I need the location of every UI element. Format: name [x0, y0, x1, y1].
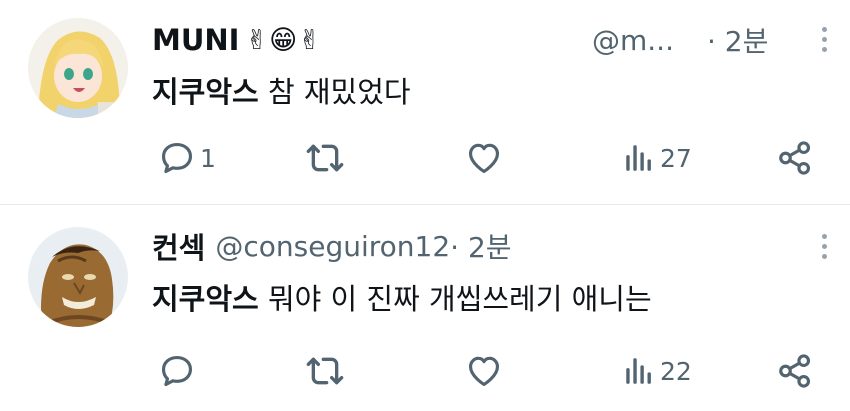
- user-handle[interactable]: @m...: [592, 20, 674, 60]
- view-count: 27: [660, 143, 692, 173]
- tweet[interactable]: 컨섹 @conseguiron12 · 2분 지쿠악스 뭐야 이 진짜 개씹쓰레…: [0, 205, 850, 411]
- share-nodes-icon: [779, 354, 811, 388]
- views-button[interactable]: 27: [622, 138, 692, 178]
- tweet[interactable]: MUNI ✌😁✌ @m... · 2분 지쿠악스 참 재밌었다 1 27: [0, 0, 850, 204]
- retweet-button[interactable]: [303, 138, 351, 178]
- retweet-arrows-icon: [306, 144, 344, 172]
- bar-chart-icon: [626, 358, 651, 384]
- view-count: 22: [660, 356, 692, 386]
- tweet-header: MUNI ✌😁✌: [152, 20, 322, 60]
- heart-icon: [468, 143, 500, 174]
- tweet-body: 뭐야 이 진짜 개씹쓰레기 애니는: [258, 282, 652, 316]
- timestamp[interactable]: · 2분: [450, 226, 511, 266]
- more-options-button[interactable]: [812, 20, 836, 60]
- tweet-text: 지쿠악스 참 재밌었다: [152, 69, 411, 111]
- speech-bubble-icon: [161, 355, 193, 387]
- like-button[interactable]: [465, 351, 507, 391]
- reply-button[interactable]: 1: [158, 138, 216, 178]
- vertical-ellipsis-icon: [822, 27, 827, 32]
- views-button[interactable]: 22: [622, 351, 692, 391]
- tweet-header: 컨섹 @conseguiron12 · 2분: [152, 226, 512, 266]
- like-button[interactable]: [465, 138, 507, 178]
- vertical-ellipsis-icon: [822, 234, 827, 239]
- tweet-body: 참 재밌었다: [258, 75, 411, 109]
- display-name[interactable]: 컨섹: [152, 225, 205, 267]
- user-handle[interactable]: @conseguiron12: [215, 230, 450, 263]
- speech-bubble-icon: [161, 142, 193, 174]
- bar-chart-icon: [626, 145, 651, 171]
- timestamp[interactable]: · 2분: [707, 20, 768, 60]
- action-bar: 22: [0, 351, 850, 391]
- heart-icon: [468, 356, 500, 387]
- hashtag[interactable]: 지쿠악스: [152, 282, 259, 316]
- share-nodes-icon: [779, 141, 811, 175]
- action-bar: 1 27: [0, 138, 850, 178]
- tweet-text: 지쿠악스 뭐야 이 진짜 개씹쓰레기 애니는: [152, 276, 652, 318]
- avatar[interactable]: [28, 18, 128, 118]
- reply-button[interactable]: [158, 351, 200, 391]
- share-button[interactable]: [776, 138, 814, 178]
- avatar[interactable]: [28, 227, 128, 327]
- more-options-button[interactable]: [812, 227, 836, 267]
- hashtag[interactable]: 지쿠악스: [152, 75, 259, 109]
- share-button[interactable]: [776, 351, 814, 391]
- retweet-button[interactable]: [303, 351, 351, 391]
- display-name[interactable]: MUNI: [152, 23, 239, 57]
- reply-count: 1: [200, 143, 216, 173]
- name-emoji: ✌😁✌: [245, 24, 322, 56]
- retweet-arrows-icon: [306, 357, 344, 385]
